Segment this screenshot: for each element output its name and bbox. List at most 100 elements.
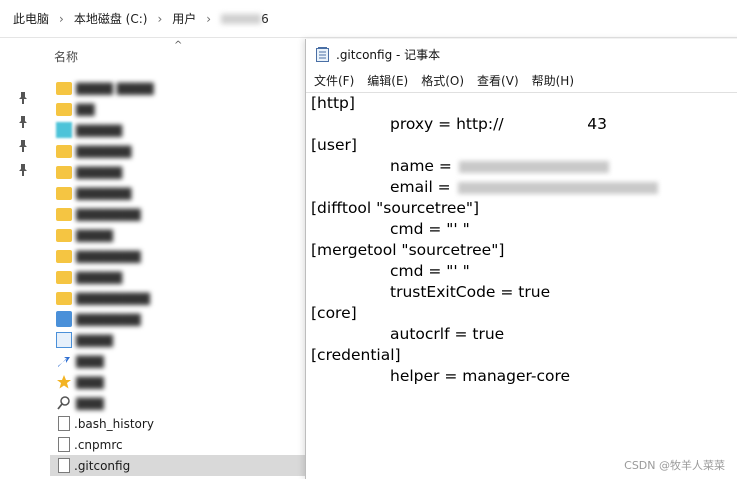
sort-up-icon[interactable]: ^ <box>174 40 182 51</box>
list-item[interactable]: ▇▇▇▇ <box>50 224 305 245</box>
redacted-name: ▇▇▇ <box>76 353 104 368</box>
list-item[interactable]: ▇▇▇▇▇▇▇ <box>50 308 305 329</box>
editor-line: email = <box>311 177 737 198</box>
redacted-name: ▇▇▇▇▇▇▇ <box>76 206 141 221</box>
menu-bar: 文件(F) 编辑(E) 格式(O) 查看(V) 帮助(H) <box>306 69 737 91</box>
editor-line: helper = manager-core <box>390 367 571 385</box>
folder-icon <box>56 103 72 116</box>
redacted-name: ▇▇▇ <box>76 395 104 410</box>
list-item[interactable]: ▇▇▇▇▇ <box>50 119 305 140</box>
folder-icon <box>56 208 72 221</box>
file-list: ^ 名称 ▇▇▇▇ ▇▇▇▇ ▇▇ ▇▇▇▇▇ ▇▇▇▇▇▇ ▇▇▇▇▇ ▇▇▇… <box>50 39 305 479</box>
folder-icon <box>56 229 72 242</box>
folder-icon <box>56 145 72 158</box>
menu-file[interactable]: 文件(F) <box>314 72 354 89</box>
editor-line: [credential] <box>311 346 401 364</box>
redacted-name: ▇▇▇▇▇ <box>76 269 123 284</box>
chevron-right-icon: › <box>206 11 212 26</box>
pin-icon[interactable] <box>18 140 28 152</box>
address-breadcrumb[interactable]: 此电脑 › 本地磁盘 (C:) › 用户 › 6 <box>0 0 737 38</box>
text-editor-area[interactable]: [http] proxy = http:// 43 [user] name = ema… <box>306 92 737 479</box>
list-item[interactable]: ▇▇▇▇▇▇▇ <box>50 245 305 266</box>
redacted-name: ▇▇▇▇▇▇▇▇ <box>76 290 150 305</box>
notepad-title: .gitconfig - 记事本 <box>336 47 441 62</box>
contacts-icon <box>56 331 72 348</box>
editor-line: autocrlf = true <box>390 325 505 343</box>
quick-access-strip <box>0 39 46 479</box>
breadcrumb-users[interactable]: 用户 <box>169 10 199 27</box>
file-icon <box>58 458 70 473</box>
editor-line: [mergetool "sourcetree"] <box>311 241 505 259</box>
list-item[interactable]: ▇▇▇▇▇▇▇▇ <box>50 287 305 308</box>
pin-icon[interactable] <box>18 92 28 104</box>
pin-icon[interactable] <box>18 164 28 176</box>
file-icon <box>58 416 70 431</box>
chevron-right-icon: › <box>157 11 163 26</box>
folder-icon <box>56 292 72 305</box>
list-item[interactable]: .cnpmrc <box>50 434 305 455</box>
list-item[interactable]: ▇▇▇▇▇▇▇ <box>50 203 305 224</box>
redacted-name: ▇▇▇▇▇▇ <box>76 185 132 200</box>
file-name: .gitconfig <box>74 458 131 473</box>
editor-line: proxy = http:// 43 <box>390 115 608 133</box>
list-item[interactable]: ▇▇▇▇▇▇ <box>50 182 305 203</box>
redacted-value <box>457 181 658 194</box>
list-item[interactable]: ▇▇▇▇▇ <box>50 266 305 287</box>
list-item[interactable]: ▇▇▇ <box>50 392 305 413</box>
folder-icon <box>56 250 72 263</box>
list-item[interactable]: ▇▇▇▇▇ <box>50 161 305 182</box>
folder-icon <box>56 166 72 179</box>
editor-line: cmd = "' " <box>390 262 470 280</box>
menu-edit[interactable]: 编辑(E) <box>367 72 408 89</box>
file-name: .bash_history <box>74 416 154 431</box>
notepad-title-bar[interactable]: .gitconfig - 记事本 <box>306 39 737 69</box>
redacted-name: ▇▇▇▇ <box>76 227 113 242</box>
file-icon <box>58 437 70 452</box>
list-item[interactable]: ▇▇▇ <box>50 371 305 392</box>
redacted-name: ▇▇▇▇▇▇▇ <box>76 248 141 263</box>
list-item-selected[interactable]: .gitconfig <box>50 455 305 476</box>
list-item[interactable]: .bash_history <box>50 413 305 434</box>
editor-line: cmd = "' " <box>390 220 470 238</box>
editor-line: [difftool "sourcetree"] <box>311 199 480 217</box>
list-item[interactable]: ▇▇▇ <box>50 350 305 371</box>
editor-line: [core] <box>311 304 357 322</box>
list-item[interactable]: ▇▇▇▇ ▇▇▇▇ <box>50 77 305 98</box>
watermark: CSDN @牧羊人菜菜 <box>624 459 725 472</box>
redacted-name: ▇▇▇▇▇▇ <box>76 143 132 158</box>
redacted-value <box>458 160 609 173</box>
app-icon <box>56 310 72 327</box>
shortcut-arrow-icon <box>56 353 72 369</box>
menu-view[interactable]: 查看(V) <box>477 72 519 89</box>
redacted-name: ▇▇▇▇▇ <box>76 164 123 179</box>
redacted-name: ▇▇▇▇ <box>76 332 113 347</box>
breadcrumb-user-folder-suffix: 6 <box>261 11 269 26</box>
notepad-window: .gitconfig - 记事本 文件(F) 编辑(E) 格式(O) 查看(V)… <box>305 39 737 479</box>
search-icon <box>56 395 72 411</box>
redacted-username <box>221 14 262 24</box>
redacted-name: ▇▇▇▇▇▇▇ <box>76 311 141 326</box>
breadcrumb-user-folder[interactable]: 6 <box>218 12 272 26</box>
menu-help[interactable]: 帮助(H) <box>532 72 574 89</box>
column-header-name[interactable]: 名称 <box>54 48 78 65</box>
folder-icon <box>56 82 72 95</box>
chevron-right-icon: › <box>59 11 64 26</box>
editor-line: trustExitCode = true <box>390 283 551 301</box>
menu-format[interactable]: 格式(O) <box>421 72 464 89</box>
star-icon <box>56 374 72 390</box>
list-item[interactable]: ▇▇ <box>50 98 305 119</box>
notepad-icon <box>316 46 329 62</box>
editor-line: [user] <box>311 136 357 154</box>
folder-icon <box>56 187 72 200</box>
redacted-name: ▇▇▇▇ ▇▇▇▇ <box>76 80 154 95</box>
redacted-name: ▇▇ <box>76 101 95 116</box>
list-item[interactable]: ▇▇▇▇▇▇ <box>50 140 305 161</box>
pin-icon[interactable] <box>18 116 28 128</box>
list-item[interactable]: ▇▇▇▇ <box>50 329 305 350</box>
folder-icon <box>56 271 72 284</box>
breadcrumb-local-disk[interactable]: 本地磁盘 (C:) <box>71 10 151 27</box>
redacted-name: ▇▇▇▇▇ <box>76 122 123 137</box>
editor-line: name = <box>311 156 737 177</box>
breadcrumb-this-pc[interactable]: 此电脑 <box>10 10 52 27</box>
editor-line: [http] <box>311 94 355 112</box>
